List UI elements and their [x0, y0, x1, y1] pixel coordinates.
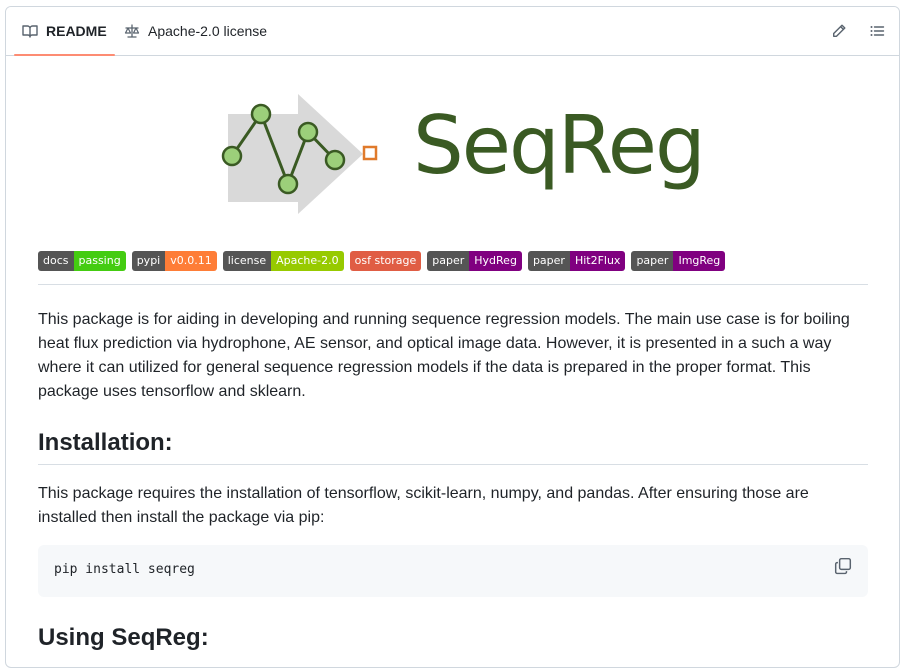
badge-message: Hit2Flux: [569, 251, 626, 271]
badge-5[interactable]: paper Hit2Flux: [527, 251, 626, 271]
badge-label: pypi: [131, 251, 166, 271]
tab-license[interactable]: Apache-2.0 license: [116, 7, 275, 55]
badge-message: HydReg: [469, 251, 522, 271]
installation-paragraph: This package requires the installation o…: [38, 485, 809, 526]
active-tab-underline: [14, 54, 115, 56]
tab-license-label: Apache-2.0 license: [148, 23, 268, 39]
installation-divider: [38, 464, 868, 465]
seqreg-logo: SeqReg: [218, 94, 706, 224]
badges-divider: [38, 284, 868, 285]
badge-2[interactable]: license Apache-2.0: [222, 251, 344, 271]
copy-button[interactable]: [834, 557, 852, 575]
badge-6[interactable]: paper ImgReg: [631, 251, 726, 271]
book-icon: [22, 25, 38, 38]
badge-message: passing: [73, 251, 126, 271]
tab-readme[interactable]: README: [14, 7, 115, 56]
install-command[interactable]: pip install seqreg: [54, 562, 195, 577]
install-code-block: pip install seqreg: [38, 545, 868, 597]
badge-4[interactable]: paper HydReg: [427, 251, 522, 271]
list-unordered-icon: [870, 26, 885, 36]
copy-icon: [834, 557, 852, 575]
readme-actions: [827, 19, 889, 43]
seqreg-graph-logo: [221, 94, 378, 214]
badge-1[interactable]: pypi v0.0.11: [131, 251, 217, 271]
badge-0[interactable]: docs passing: [38, 251, 126, 271]
readme-tabbar: README Apache-2.0 license: [6, 7, 899, 56]
badge-message: ImgReg: [673, 251, 726, 271]
badge-row: docs passing pypi v0.0.11 license Apache-2.0 o…: [38, 251, 726, 271]
scale-icon: [124, 24, 140, 38]
readme-panel: README Apache-2.0 license SeqReg docs pa…: [5, 6, 900, 668]
badge-label: paper: [427, 251, 470, 271]
badge-message: v0.0.11: [165, 251, 217, 271]
tab-readme-label: README: [46, 23, 107, 39]
edit-file-button[interactable]: [827, 19, 851, 43]
badge-label: paper: [527, 251, 570, 271]
intro-paragraph: This package is for aiding in developing…: [38, 311, 850, 400]
seqreg-title: SeqReg: [413, 99, 706, 192]
badge-label: docs: [38, 251, 74, 271]
installation-heading: Installation:: [38, 429, 173, 456]
using-heading: Using SeqReg:: [38, 624, 209, 651]
badge-3[interactable]: osf storage: [349, 251, 422, 271]
badge-label: paper: [631, 251, 674, 271]
badge-label: license: [222, 251, 272, 271]
badge-message: Apache-2.0: [271, 251, 344, 271]
pencil-icon: [833, 24, 846, 37]
outline-button[interactable]: [865, 19, 889, 43]
badge-message: osf storage: [349, 251, 422, 271]
